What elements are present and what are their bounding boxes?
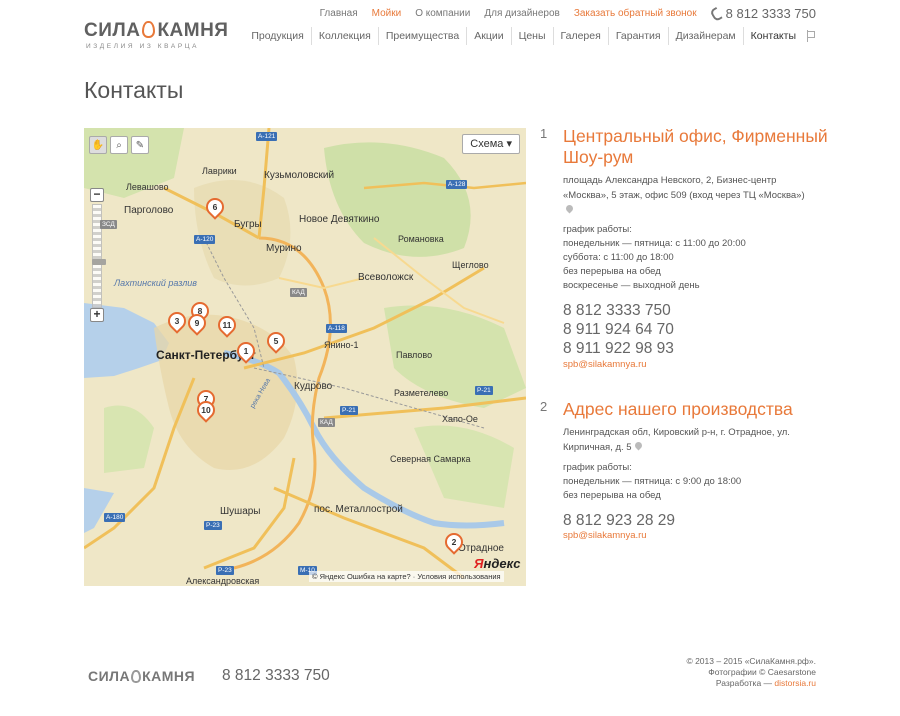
office-name: Центральный офис, Фирменный Шоу-рум bbox=[563, 126, 828, 167]
road-tag: А-120 bbox=[194, 235, 216, 244]
phone-number[interactable]: 8 911 924 64 70 bbox=[563, 320, 674, 339]
map-label: Янино-1 bbox=[324, 340, 359, 350]
map-label: Хапо-Ое bbox=[442, 414, 478, 424]
nav-prices[interactable]: Цены bbox=[510, 27, 553, 45]
topnav-about[interactable]: О компании bbox=[415, 8, 470, 19]
map-label: Шушары bbox=[220, 506, 261, 517]
phone-number[interactable]: 8 911 922 98 93 bbox=[563, 339, 674, 358]
office-number: 1 bbox=[540, 126, 548, 141]
map-canvas bbox=[84, 128, 526, 580]
office-hours: график работы: понедельник — пятница: с … bbox=[563, 224, 746, 291]
map-label: Всеволожск bbox=[358, 272, 414, 283]
office-card: 2 Адрес нашего производства Ленинградска… bbox=[540, 399, 840, 549]
road-tag: А-128 bbox=[446, 180, 468, 189]
main-nav: Продукция Коллекция Преимущества Акции Ц… bbox=[244, 27, 816, 45]
topnav-home[interactable]: Главная bbox=[320, 8, 358, 19]
footer-logo[interactable]: СИЛА КАМНЯ bbox=[88, 668, 195, 684]
road-tag: Р-23 bbox=[204, 521, 222, 530]
office-card: 1 Центральный офис, Фирменный Шоу-рум пл… bbox=[540, 126, 840, 376]
road-tag: А-180 bbox=[104, 513, 126, 522]
office-phones: 8 812 3333 750 8 911 924 64 70 8 911 922… bbox=[563, 301, 674, 358]
office-name: Адрес нашего производства bbox=[563, 399, 793, 419]
map-label: Бугры bbox=[234, 219, 262, 230]
nav-collection[interactable]: Коллекция bbox=[310, 27, 378, 45]
header-phone[interactable]: 8 812 3333 750 bbox=[711, 6, 816, 21]
map-error-link[interactable]: Ошибка на карте? bbox=[347, 572, 411, 581]
map-copyright: © Яндекс Ошибка на карте? · Условия испо… bbox=[309, 571, 504, 582]
hand-icon[interactable]: ✋ bbox=[89, 136, 107, 154]
location-pin-icon[interactable] bbox=[566, 205, 573, 214]
map-label: Романовка bbox=[398, 234, 444, 244]
zoom-in-button[interactable]: + bbox=[90, 308, 104, 322]
map-label: Северная Самарка bbox=[390, 454, 471, 464]
road-tag: Р-21 bbox=[475, 386, 493, 395]
nav-warranty[interactable]: Гарантия bbox=[607, 27, 668, 45]
location-pin-icon[interactable] bbox=[635, 442, 642, 451]
footer-phone[interactable]: 8 812 3333 750 bbox=[222, 667, 330, 685]
office-hours: график работы: понедельник — пятница: с … bbox=[563, 462, 742, 501]
road-tag: А-118 bbox=[326, 324, 347, 333]
page-title: Контакты bbox=[84, 77, 184, 103]
office-address: Ленинградская обл, Кировский р-н, г. Отр… bbox=[563, 427, 790, 453]
yandex-logo: Яндекс bbox=[474, 556, 521, 571]
map-terms-link[interactable]: Условия использования bbox=[417, 572, 500, 581]
road-tag: ЗСД bbox=[100, 220, 117, 229]
logo-wordmark: СИЛА КАМНЯ bbox=[84, 20, 229, 41]
map-label: пос. Металлострой bbox=[314, 504, 403, 515]
map-label: Кудрово bbox=[294, 381, 333, 392]
footer-credits: © 2013 – 2015 «СилаКамня.рф». Фотографии… bbox=[686, 656, 816, 688]
map-label: Мурино bbox=[266, 243, 302, 254]
topnav-designers[interactable]: Для дизайнеров bbox=[484, 8, 559, 19]
gem-icon bbox=[142, 21, 156, 38]
office-phones: 8 812 923 28 29 bbox=[563, 511, 675, 530]
road-tag: А-121 bbox=[256, 132, 278, 141]
nav-products[interactable]: Продукция bbox=[244, 27, 311, 45]
map-label: Александровская bbox=[186, 576, 260, 586]
ruler-icon[interactable]: ✎ bbox=[131, 136, 149, 154]
road-tag: КАД bbox=[318, 418, 335, 427]
nav-advantages[interactable]: Преимущества bbox=[377, 27, 466, 45]
map-label: Лахтинский разлив bbox=[114, 278, 197, 288]
office-address: площадь Александра Невского, 2, Бизнес-ц… bbox=[563, 173, 813, 218]
flag-icon[interactable] bbox=[806, 30, 816, 42]
road-tag: КАД bbox=[290, 288, 307, 297]
top-nav: Главная Мойки О компании Для дизайнеров … bbox=[306, 6, 816, 21]
gem-icon bbox=[131, 670, 142, 683]
topnav-callback[interactable]: Заказать обратный звонок bbox=[574, 8, 697, 19]
logo[interactable]: СИЛА КАМНЯ ИЗДЕЛИЯ ИЗ КВАРЦА bbox=[84, 20, 228, 60]
nav-designers[interactable]: Дизайнерам bbox=[667, 27, 743, 45]
nav-promotions[interactable]: Акции bbox=[466, 27, 510, 45]
map-label: Левашово bbox=[126, 182, 169, 192]
zoom-handle[interactable] bbox=[92, 259, 106, 265]
map-label: Отрадное bbox=[458, 543, 504, 554]
developer-link[interactable]: distorsia.ru bbox=[774, 678, 816, 688]
nav-contacts[interactable]: Контакты bbox=[742, 27, 803, 45]
topnav-sinks[interactable]: Мойки bbox=[372, 8, 402, 19]
phone-icon bbox=[711, 8, 721, 18]
map-type-select[interactable]: Схема ▾ bbox=[462, 134, 520, 154]
map-label: Разметелево bbox=[394, 388, 449, 398]
map[interactable]: ✋ ⌕ ✎ Схема ▾ − + Кузьмоловский Лаврики … bbox=[84, 128, 526, 586]
road-tag: Р-21 bbox=[340, 406, 358, 415]
map-label: Лаврики bbox=[202, 166, 237, 176]
phone-number[interactable]: 8 812 923 28 29 bbox=[563, 511, 675, 530]
office-email-link[interactable]: spb@silakamnya.ru bbox=[563, 530, 647, 541]
map-label: Новое Девяткино bbox=[299, 214, 380, 225]
map-label: Щеглово bbox=[452, 260, 489, 270]
office-number: 2 bbox=[540, 399, 548, 414]
road-tag: Р-23 bbox=[216, 566, 234, 575]
phone-number[interactable]: 8 812 3333 750 bbox=[563, 301, 674, 320]
nav-gallery[interactable]: Галерея bbox=[552, 27, 608, 45]
map-label: Кузьмоловский bbox=[264, 170, 335, 181]
map-label: Парголово bbox=[124, 205, 174, 216]
map-label: Павлово bbox=[396, 350, 433, 360]
logo-tagline: ИЗДЕЛИЯ ИЗ КВАРЦА bbox=[86, 43, 200, 50]
zoom-out-button[interactable]: − bbox=[90, 188, 104, 202]
map-toolbar: ✋ ⌕ ✎ bbox=[89, 136, 149, 154]
office-email-link[interactable]: spb@silakamnya.ru bbox=[563, 359, 647, 370]
magnifier-icon[interactable]: ⌕ bbox=[110, 136, 128, 154]
zoom-control: − + bbox=[90, 188, 106, 326]
